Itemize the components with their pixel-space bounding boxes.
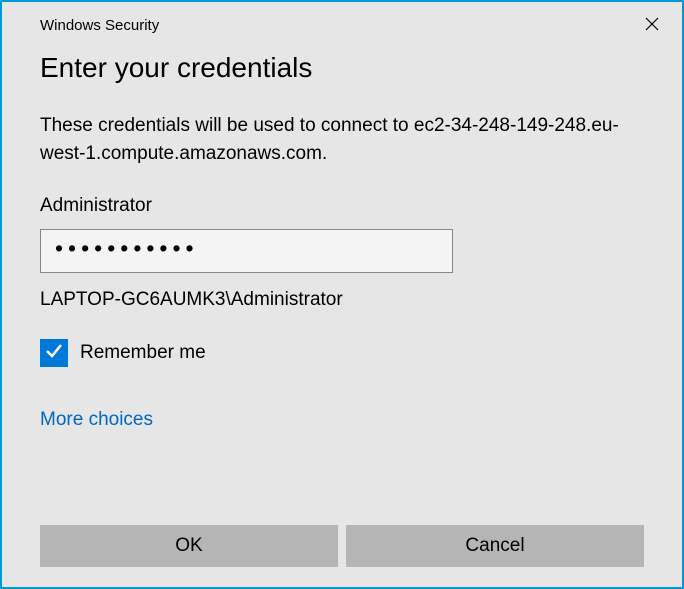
checkmark-icon bbox=[44, 341, 64, 366]
more-choices-link[interactable]: More choices bbox=[40, 409, 153, 431]
cancel-button[interactable]: Cancel bbox=[346, 525, 644, 567]
dialog-content: Enter your credentials These credentials… bbox=[2, 42, 682, 463]
close-icon bbox=[645, 16, 659, 35]
remember-me-label: Remember me bbox=[80, 342, 206, 364]
remember-me-checkbox[interactable]: Remember me bbox=[40, 339, 644, 367]
close-button[interactable] bbox=[632, 10, 672, 40]
dialog-title: Windows Security bbox=[40, 17, 159, 34]
identity-label: LAPTOP-GC6AUMK3\Administrator bbox=[40, 289, 644, 311]
button-row: OK Cancel bbox=[2, 525, 682, 567]
titlebar: Windows Security bbox=[2, 2, 682, 42]
ok-button[interactable]: OK bbox=[40, 525, 338, 567]
username-label: Administrator bbox=[40, 195, 644, 217]
page-heading: Enter your credentials bbox=[40, 52, 644, 84]
description-text: These credentials will be used to connec… bbox=[40, 112, 644, 167]
checkbox-box bbox=[40, 339, 68, 367]
password-input[interactable] bbox=[40, 229, 453, 273]
credentials-dialog: Windows Security Enter your credentials … bbox=[0, 0, 684, 589]
